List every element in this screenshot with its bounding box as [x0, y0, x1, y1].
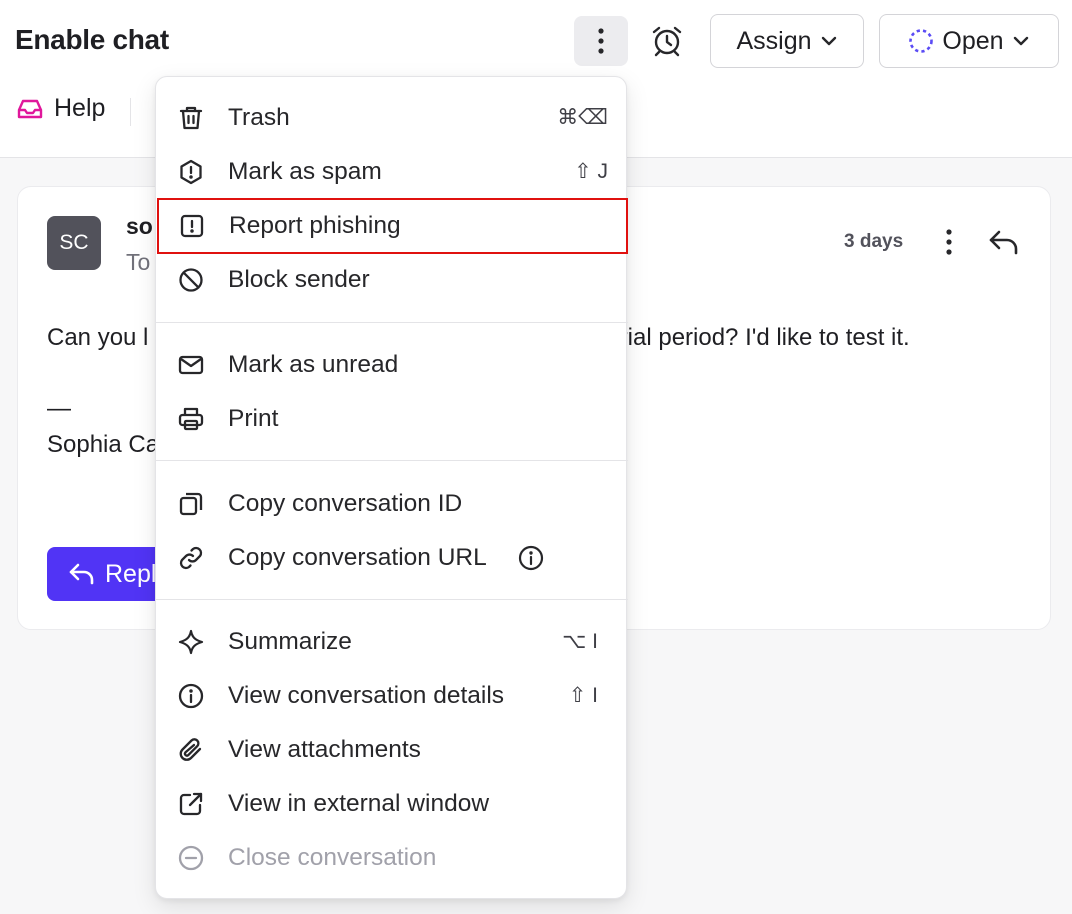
message-reply-button[interactable] — [986, 225, 1022, 259]
menu-item-label: View conversation details — [228, 682, 505, 709]
menu-item-label: Mark as unread — [228, 351, 399, 378]
menu-item-shortcut: ⇧ I — [568, 684, 598, 707]
menu-item-summarize[interactable]: Summarize ⌥ I — [156, 615, 628, 669]
menu-item-label: Copy conversation URL — [228, 544, 487, 571]
report-phishing-icon — [178, 212, 206, 240]
menu-item-print[interactable]: Print — [156, 392, 628, 446]
menu-item-label: Mark as spam — [228, 158, 382, 185]
menu-item-copy-id[interactable]: Copy conversation ID — [156, 477, 628, 531]
menu-item-shortcut: ⌘⌫ — [557, 106, 608, 129]
menu-item-mark-unread[interactable]: Mark as unread — [156, 338, 628, 392]
message-body-end: trial period? I'd like to test it. — [613, 324, 910, 351]
menu-item-label: Block sender — [228, 266, 370, 293]
printer-icon — [177, 405, 205, 433]
external-window-icon — [177, 790, 205, 818]
signature-dash: — — [47, 395, 71, 422]
recipient-line: To — [126, 249, 151, 275]
copy-icon — [177, 490, 205, 518]
reply-label: Repl — [105, 559, 157, 588]
link-icon — [177, 544, 205, 572]
inbox-tab-help[interactable]: Help — [16, 94, 105, 123]
sender-name: so — [126, 213, 153, 239]
snooze-button[interactable] — [644, 16, 690, 66]
menu-item-label: View in external window — [228, 790, 490, 817]
paperclip-icon — [177, 736, 205, 764]
more-actions-button[interactable] — [574, 16, 628, 66]
menu-item-label: Trash — [228, 104, 290, 131]
envelope-icon — [177, 351, 205, 379]
menu-item-shortcut: ⇧ J — [574, 160, 608, 183]
status-open-circle-icon — [908, 28, 934, 54]
menu-item-copy-url[interactable]: Copy conversation URL — [156, 531, 628, 585]
menu-divider — [156, 599, 628, 600]
menu-divider — [156, 322, 628, 323]
sparkle-icon — [177, 628, 205, 656]
tab-divider — [130, 98, 131, 126]
vertical-dots-icon — [597, 27, 605, 55]
inbox-tray-icon — [16, 97, 44, 121]
menu-item-label: View attachments — [228, 736, 421, 763]
menu-item-close-conversation: Close conversation — [156, 831, 628, 885]
inbox-label: Help — [54, 94, 106, 122]
menu-item-label: Close conversation — [228, 844, 437, 871]
chevron-down-icon — [1012, 35, 1030, 47]
status-button[interactable]: Open — [879, 14, 1059, 68]
message-more-button[interactable] — [934, 225, 964, 259]
trash-icon — [177, 104, 205, 132]
menu-item-label: Copy conversation ID — [228, 490, 463, 517]
reply-arrow-icon — [988, 228, 1020, 256]
reply-arrow-icon — [69, 562, 95, 586]
menu-item-label: Print — [228, 405, 279, 432]
minus-circle-icon — [177, 844, 205, 872]
menu-item-view-details[interactable]: View conversation details ⇧ I — [156, 669, 628, 723]
signature-name: Sophia Ca — [47, 431, 160, 458]
assign-label: Assign — [736, 26, 812, 55]
menu-item-mark-spam[interactable]: Mark as spam ⇧ J — [156, 145, 628, 199]
menu-item-view-attachments[interactable]: View attachments — [156, 723, 628, 777]
alarm-clock-icon — [650, 24, 684, 58]
conversation-actions-menu: Trash ⌘⌫ Mark as spam ⇧ J Report phishin… — [155, 76, 628, 899]
block-icon — [177, 266, 205, 294]
menu-item-shortcut: ⌥ I — [562, 630, 598, 653]
avatar: SC — [47, 216, 101, 270]
message-body-start: Can you l — [47, 324, 149, 351]
menu-divider — [156, 460, 628, 461]
menu-item-block-sender[interactable]: Block sender — [156, 253, 628, 307]
chevron-down-icon — [820, 35, 838, 47]
spam-hexagon-icon — [177, 158, 205, 186]
assign-button[interactable]: Assign — [710, 14, 864, 68]
page-title: Enable chat — [15, 24, 169, 55]
menu-item-label: Report phishing — [229, 212, 401, 239]
menu-item-trash[interactable]: Trash ⌘⌫ — [156, 91, 628, 145]
vertical-dots-icon — [945, 228, 953, 256]
info-icon — [177, 682, 205, 710]
menu-item-external-window[interactable]: View in external window — [156, 777, 628, 831]
menu-item-report-phishing[interactable]: Report phishing — [157, 198, 628, 254]
menu-item-label: Summarize — [228, 628, 352, 655]
info-icon[interactable] — [517, 544, 545, 572]
status-label: Open — [942, 26, 1004, 55]
message-timestamp: 3 days — [844, 231, 904, 252]
